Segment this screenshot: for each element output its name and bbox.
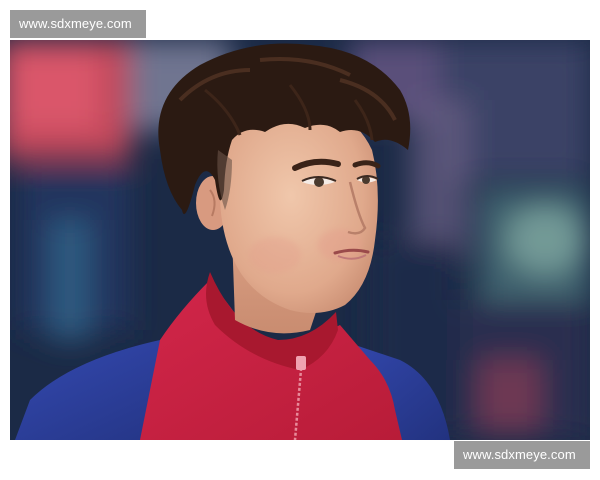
player-photo <box>10 40 590 440</box>
watermark-bottom: www.sdxmeye.com <box>454 441 590 469</box>
watermark-top: www.sdxmeye.com <box>10 10 146 38</box>
zipper-pull <box>296 356 306 370</box>
photo-illustration <box>10 40 590 440</box>
page: www.sdxmeye.com www.sdxmeye.com <box>0 0 600 480</box>
